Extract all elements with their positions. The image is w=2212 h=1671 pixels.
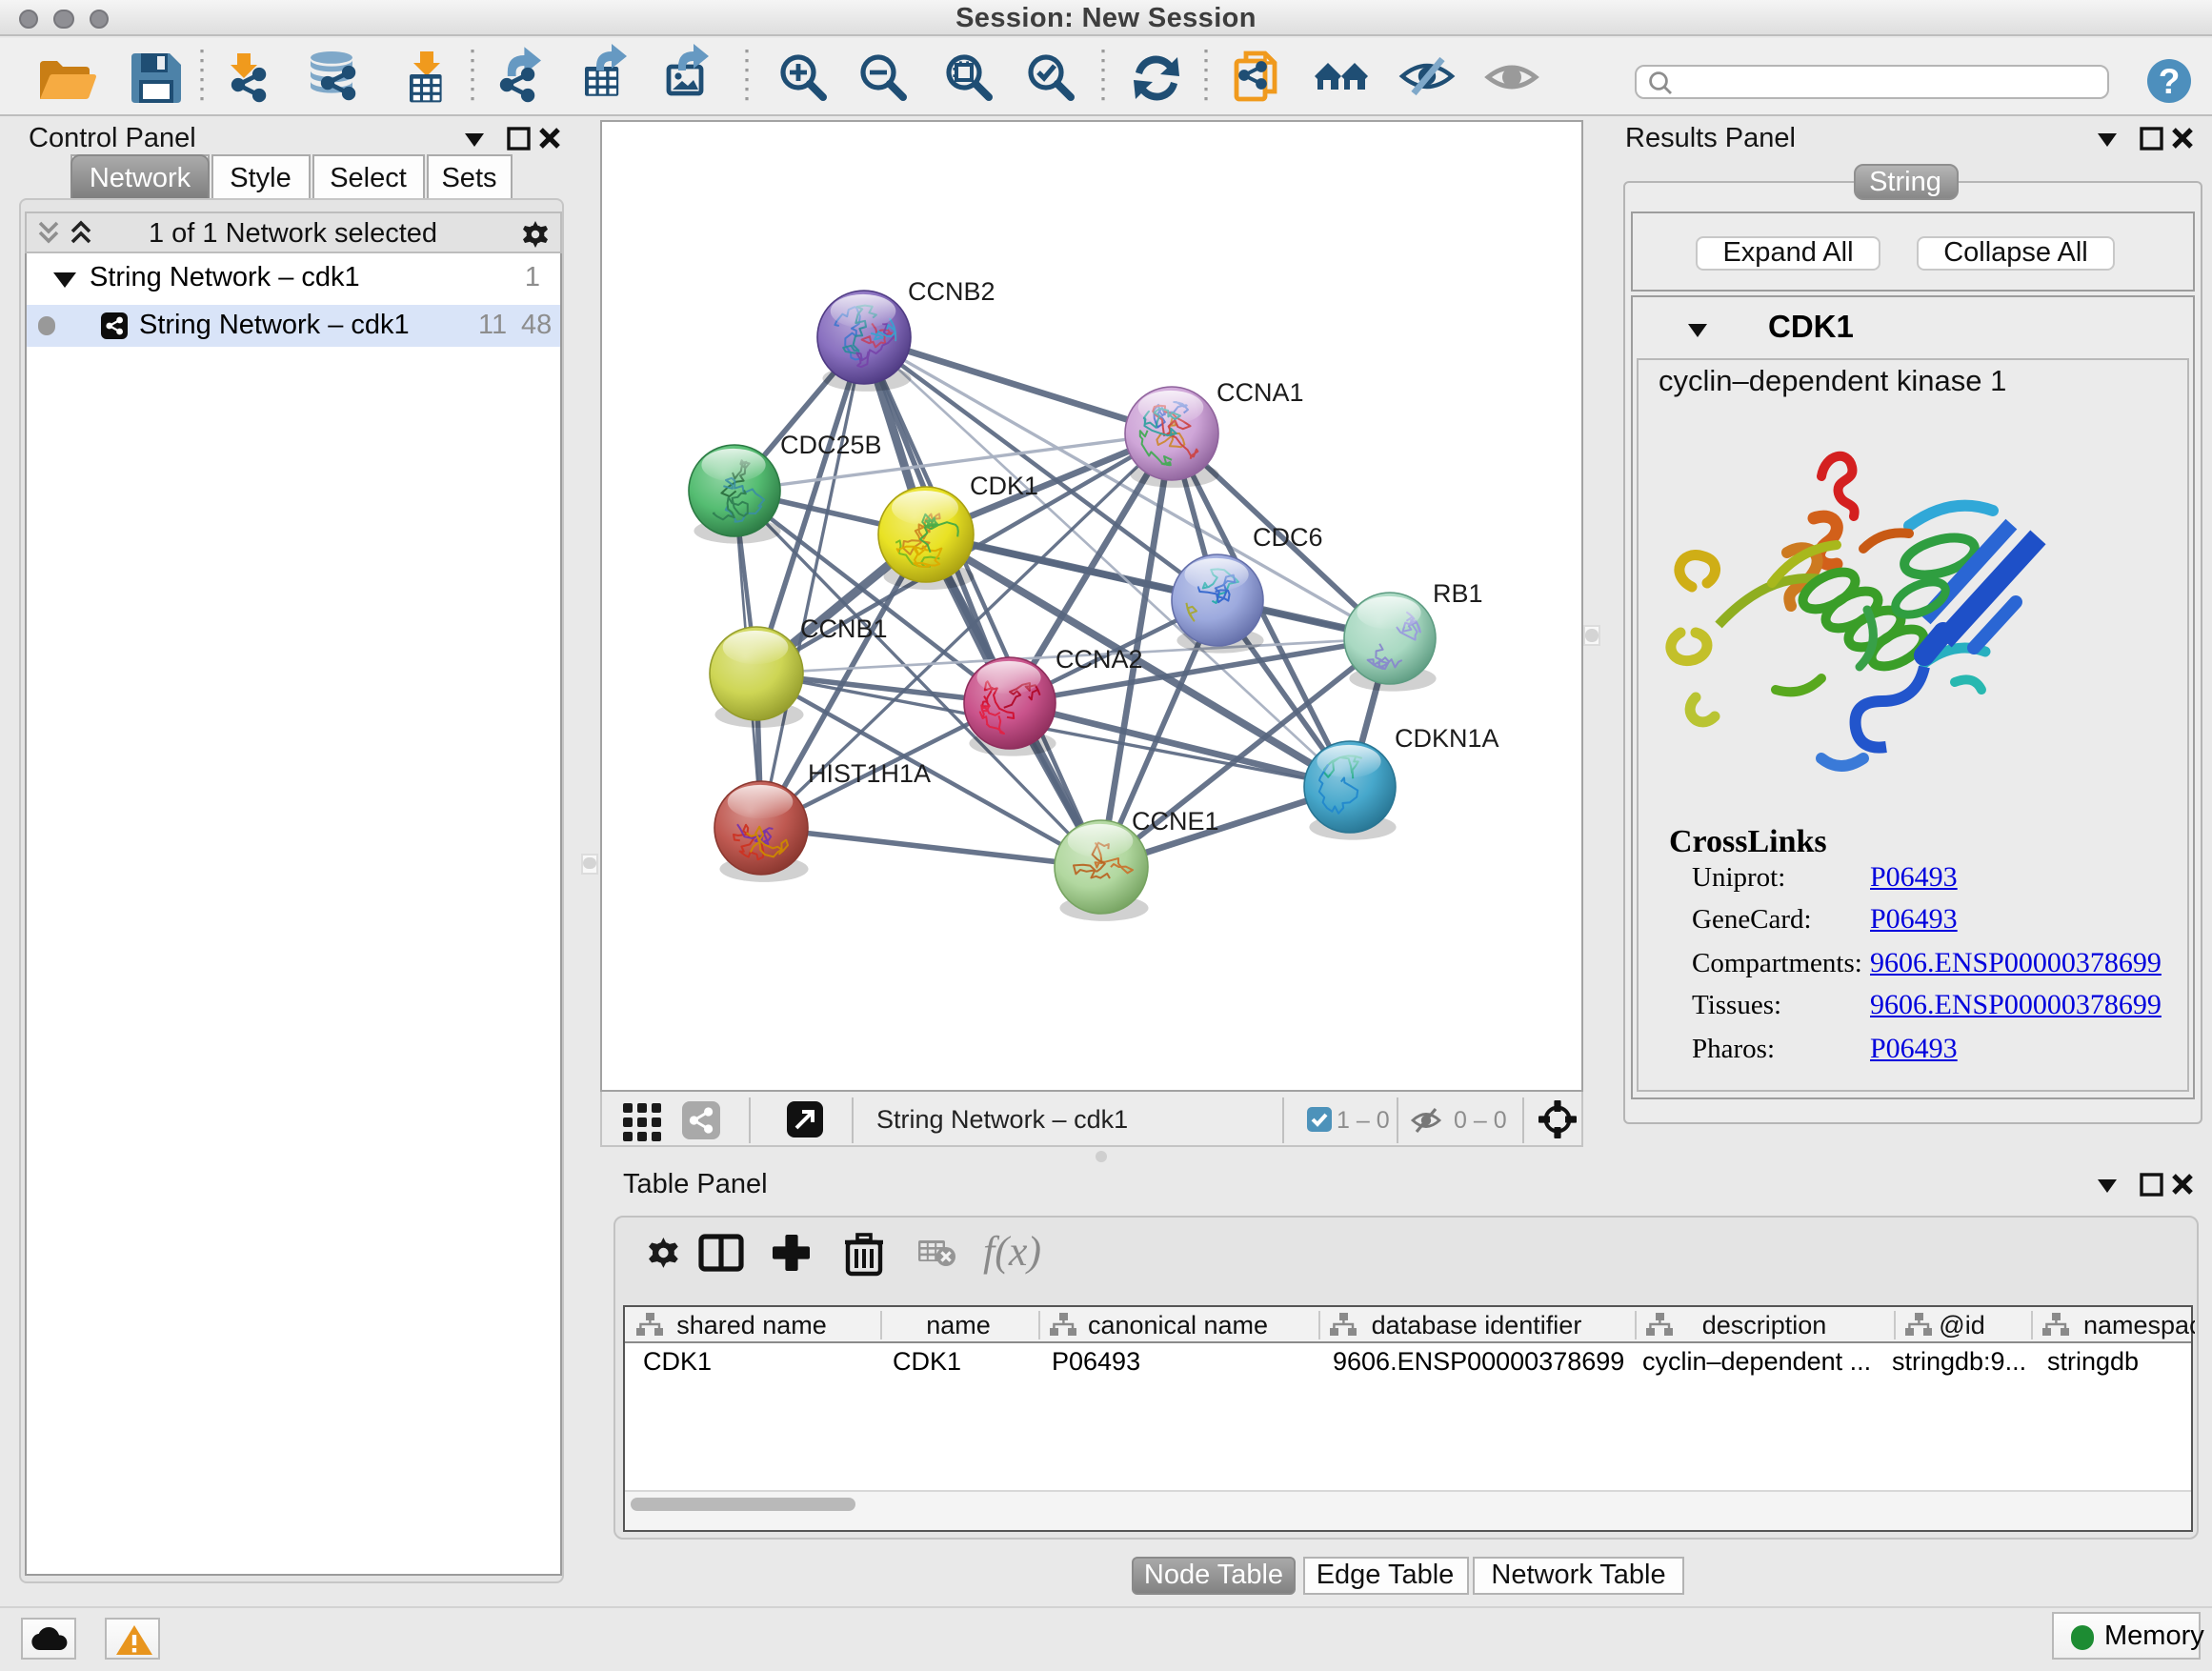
svg-text:RB1: RB1 xyxy=(1432,578,1482,607)
svg-text:CCNA2: CCNA2 xyxy=(1055,644,1142,673)
svg-text:CDC25B: CDC25B xyxy=(779,430,881,458)
svg-text:f(x): f(x) xyxy=(982,1227,1040,1274)
svg-text:CDKN1A: CDKN1A xyxy=(1394,723,1498,752)
svg-text:CCNB2: CCNB2 xyxy=(907,276,995,305)
svg-text:CCNA1: CCNA1 xyxy=(1216,377,1303,406)
svg-text:CDK1: CDK1 xyxy=(969,471,1037,499)
svg-text:HIST1H1A: HIST1H1A xyxy=(807,758,930,787)
svg-text:CCNE1: CCNE1 xyxy=(1131,806,1218,835)
svg-text:CDC6: CDC6 xyxy=(1252,522,1322,551)
svg-text:?: ? xyxy=(2159,62,2181,101)
svg-text:CCNB1: CCNB1 xyxy=(799,614,887,642)
